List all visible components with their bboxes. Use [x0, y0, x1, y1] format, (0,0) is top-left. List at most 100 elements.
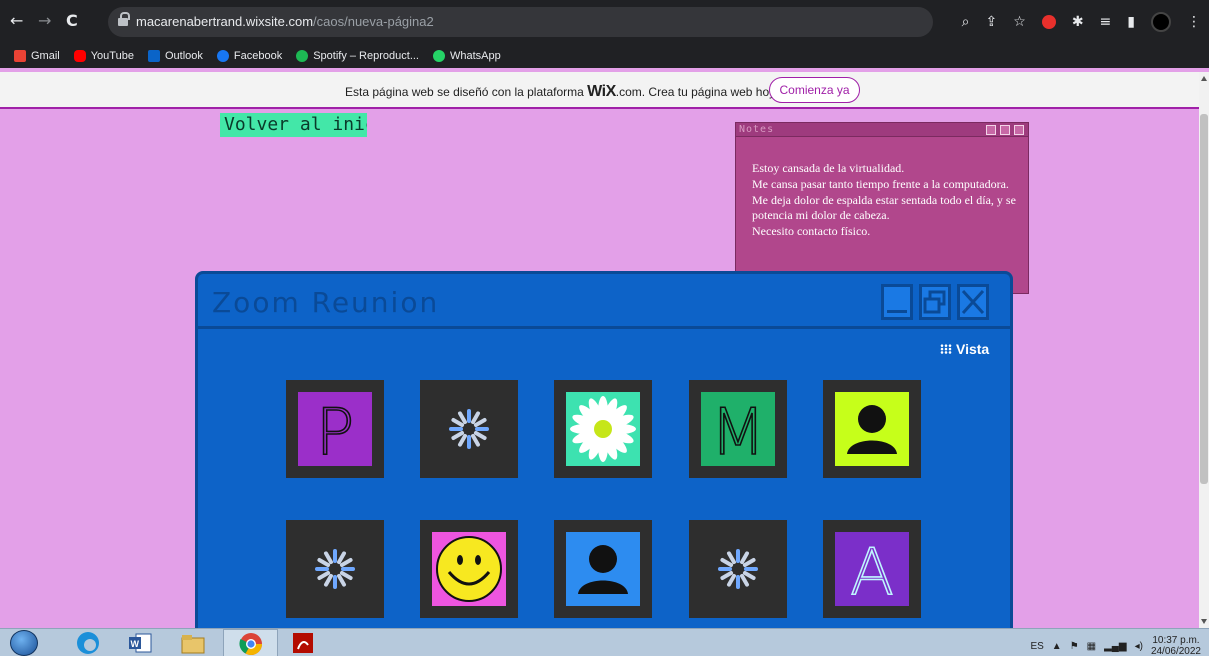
participant-video	[432, 532, 506, 606]
wix-logo: WiX	[587, 83, 616, 100]
person-avatar-icon	[847, 405, 897, 454]
daisy-flower-icon	[570, 396, 636, 462]
participant-tile[interactable]	[554, 520, 652, 618]
pdf-reader-icon[interactable]	[290, 631, 316, 655]
reading-list-icon[interactable]: ≡	[1100, 13, 1112, 31]
svg-text:M: M	[710, 396, 765, 466]
word-icon[interactable]: W	[127, 631, 153, 655]
zoom-minimize-button[interactable]	[881, 284, 913, 320]
svg-text:W: W	[131, 639, 140, 649]
bookmark-star-icon[interactable]: ☆	[1013, 13, 1026, 31]
extension-icon[interactable]	[1041, 15, 1056, 29]
profile-avatar[interactable]	[1151, 12, 1171, 32]
url-text: macarenabertrand.wixsite.com/caos/nueva-…	[136, 14, 434, 29]
participant-tile[interactable]: M	[689, 380, 787, 478]
extensions-puzzle-icon[interactable]: ✱	[1072, 13, 1084, 31]
facebook-icon	[216, 50, 229, 62]
page-scrollbar[interactable]	[1199, 72, 1209, 628]
close-icon	[961, 289, 985, 315]
file-explorer-icon[interactable]	[180, 631, 206, 655]
back-to-home-link[interactable]: Volver al inicio	[220, 113, 367, 137]
participant-tile[interactable]	[689, 520, 787, 618]
participant-video	[566, 392, 640, 466]
whatsapp-icon	[432, 50, 445, 62]
outlook-icon	[147, 50, 160, 62]
bookmark-facebook[interactable]: Facebook	[216, 50, 282, 62]
participant-tile[interactable]: A	[823, 520, 921, 618]
language-indicator[interactable]: ES	[1030, 641, 1043, 652]
participant-tile[interactable]	[420, 520, 518, 618]
volume-icon[interactable]: ◂)	[1135, 641, 1143, 652]
bookmark-whatsapp[interactable]: WhatsApp	[432, 50, 501, 62]
back-arrow-icon[interactable]: ←	[10, 12, 23, 30]
start-now-button[interactable]: Comienza ya	[769, 77, 860, 103]
participant-video	[566, 532, 640, 606]
svg-text:P: P	[316, 396, 355, 466]
bookmark-gmail[interactable]: Gmail	[14, 50, 60, 62]
zoom-separator	[198, 326, 1010, 329]
forward-arrow-icon[interactable]: →	[38, 12, 51, 30]
scrollbar-thumb[interactable]	[1200, 114, 1208, 484]
participant-initial: A	[849, 535, 894, 611]
loading-spinner-icon	[315, 549, 355, 589]
network-icon[interactable]: ▦	[1087, 641, 1096, 652]
address-bar[interactable]: macarenabertrand.wixsite.com/caos/nueva-…	[108, 7, 933, 37]
participant-tile[interactable]	[823, 380, 921, 478]
scroll-down-icon[interactable]	[1201, 619, 1207, 624]
show-hidden-icons-icon[interactable]: ▲	[1052, 641, 1062, 652]
participant-tile[interactable]	[286, 520, 384, 618]
share-icon[interactable]: ⇪	[986, 13, 998, 31]
reload-icon[interactable]: C	[66, 12, 78, 30]
zoom-window: Zoom Reunion Vista P M A	[195, 271, 1013, 631]
zoom-magnifier-icon[interactable]: ⌕	[962, 13, 970, 31]
zoom-close-button[interactable]	[957, 284, 989, 320]
clock[interactable]: 10:37 p.m. 24/06/2022	[1151, 635, 1201, 656]
menu-icon[interactable]: ⋮	[1187, 13, 1201, 31]
notes-text: Estoy cansada de la virtualidad. Me cans…	[752, 161, 1016, 239]
lock-icon	[118, 12, 130, 27]
bookmarks-bar: Gmail YouTube Outlook Facebook Spotify –…	[0, 44, 1209, 68]
scroll-up-icon[interactable]	[1201, 76, 1207, 81]
signal-icon[interactable]: ▂▄▆	[1104, 641, 1126, 652]
windows-start-icon[interactable]	[10, 630, 38, 656]
youtube-icon	[73, 50, 86, 62]
participant-tile[interactable]: P	[286, 380, 384, 478]
system-tray: ES ▲ ⚑ ▦ ▂▄▆ ◂) 10:37 p.m. 24/06/2022	[1030, 635, 1201, 656]
close-icon[interactable]	[1014, 125, 1024, 135]
side-panel-icon[interactable]: ▮	[1127, 13, 1135, 31]
action-center-flag-icon[interactable]: ⚑	[1070, 641, 1079, 652]
restore-icon[interactable]	[1000, 125, 1010, 135]
notes-title: Notes	[739, 124, 775, 135]
participant-tile[interactable]	[554, 380, 652, 478]
person-avatar-icon	[578, 545, 628, 594]
chrome-icon	[239, 633, 262, 655]
participant-initial: P	[315, 395, 355, 471]
bookmark-spotify[interactable]: Spotify – Reproduct...	[296, 50, 419, 62]
participant-initial: M	[710, 395, 767, 471]
spotify-icon	[296, 50, 309, 62]
participant-tile[interactable]	[420, 380, 518, 478]
edge-icon[interactable]	[75, 631, 101, 655]
smiley-face-icon	[436, 536, 502, 602]
vista-button[interactable]: Vista	[940, 341, 989, 357]
participant-video: M	[701, 392, 775, 471]
taskbar: W ES ▲ ⚑ ▦ ▂▄▆ ◂) 10:37 p.m. 24/06/2022	[0, 628, 1209, 656]
chrome-taskbar-button[interactable]	[223, 629, 278, 656]
wix-banner-text: Esta página web se diseñó con la platafo…	[345, 83, 778, 100]
minimize-icon	[887, 310, 907, 313]
zoom-restore-button[interactable]	[919, 284, 951, 320]
minimize-icon[interactable]	[986, 125, 996, 135]
bookmark-outlook[interactable]: Outlook	[147, 50, 203, 62]
gmail-icon	[14, 50, 26, 62]
notes-window: Notes Estoy cansada de la virtualidad. M…	[735, 122, 1029, 294]
grid-icon	[940, 344, 952, 354]
loading-spinner-icon	[449, 409, 489, 449]
browser-toolbar: ← → C macarenabertrand.wixsite.com/caos/…	[0, 0, 1209, 44]
restore-icon	[923, 290, 946, 314]
participant-video: P	[298, 392, 372, 471]
loading-spinner-icon	[718, 549, 758, 589]
wix-banner: Esta página web se diseñó con la platafo…	[0, 72, 1200, 109]
bookmark-youtube[interactable]: YouTube	[73, 50, 134, 62]
participant-video: A	[835, 532, 909, 611]
notes-titlebar: Notes	[736, 123, 1028, 137]
